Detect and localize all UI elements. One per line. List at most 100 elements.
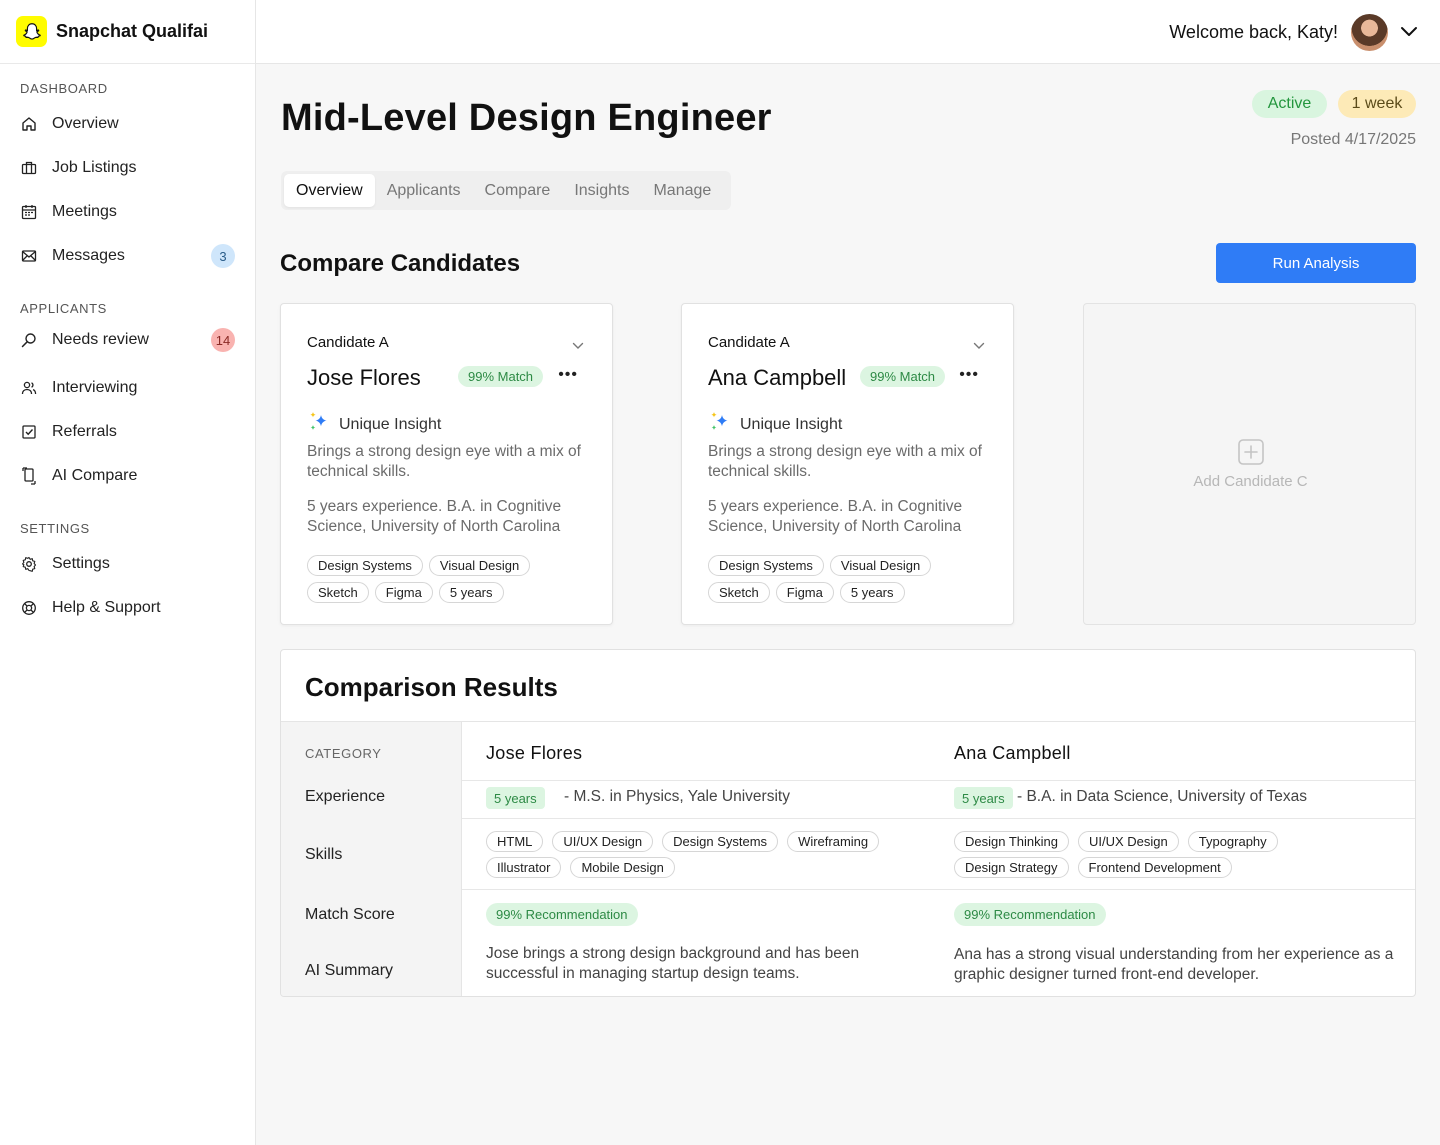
- sidebar-item-label: Overview: [52, 115, 119, 132]
- tab-compare[interactable]: Compare: [473, 174, 563, 207]
- section-label-applicants: APPLICANTS: [20, 301, 107, 316]
- skill-chip: Mobile Design: [570, 857, 675, 878]
- match-badge: 99% Match: [860, 366, 946, 387]
- results-table: CATEGORY Experience Skills Match Score A…: [281, 721, 1415, 996]
- tag-chip: Visual Design: [829, 555, 932, 576]
- tag-chip: Figma: [374, 582, 433, 603]
- sidebar-item-label: Settings: [52, 555, 110, 572]
- app-name: Snapchat Qualifai: [56, 21, 209, 41]
- needs-review-count-badge: 14: [211, 328, 235, 352]
- lifebuoy-icon: [20, 600, 37, 617]
- row-divider: [462, 889, 1415, 890]
- skill-chip: Design Strategy: [954, 857, 1069, 878]
- page-title: Mid-Level Design Engineer: [281, 97, 772, 139]
- tag-chip: Design Systems: [307, 555, 423, 576]
- candidate-name: Ana Campbell: [708, 365, 847, 390]
- match-badge: 99% Match: [458, 366, 544, 387]
- skill-chip: HTML: [486, 831, 544, 852]
- tab-insights[interactable]: Insights: [562, 174, 641, 207]
- recommendation-badge: 99% Recommendation: [954, 903, 1106, 926]
- tab-applicants[interactable]: Applicants: [375, 174, 473, 207]
- sidebar-item-overview[interactable]: Overview: [0, 104, 256, 144]
- snapchat-ghost-icon: [16, 16, 47, 47]
- tag-list: Design Systems Visual Design Sketch Figm…: [708, 555, 998, 603]
- sidebar-item-needs-review[interactable]: Needs review 14: [0, 320, 256, 360]
- column-header-candidate: Ana Campbell: [954, 743, 1071, 763]
- compare-section-title: Compare Candidates: [280, 250, 521, 277]
- user-avatar[interactable]: [1351, 14, 1388, 51]
- gear-icon: [20, 556, 37, 573]
- sparkle-icon: [307, 410, 331, 439]
- chevron-down-icon[interactable]: [572, 337, 584, 355]
- run-analysis-button[interactable]: Run Analysis: [1216, 243, 1416, 283]
- brand[interactable]: Snapchat Qualifai: [0, 0, 255, 64]
- skill-chip: Wireframing: [787, 831, 880, 852]
- sidebar-item-label: Messages: [52, 247, 125, 264]
- insight-text: Brings a strong design eye with a mix of…: [307, 443, 581, 480]
- sidebar-item-settings[interactable]: Settings: [0, 544, 256, 584]
- ai-summary-text: Ana has a strong visual understanding fr…: [954, 946, 1394, 983]
- category-skills: Skills: [305, 846, 343, 863]
- skill-chip: Frontend Development: [1077, 857, 1232, 878]
- category-header: CATEGORY: [305, 746, 382, 761]
- row-divider: [462, 818, 1415, 819]
- insight-title: Unique Insight: [339, 415, 442, 433]
- skill-chip: Typography: [1187, 831, 1278, 852]
- sidebar-item-job-listings[interactable]: Job Listings: [0, 148, 256, 188]
- sidebar-item-meetings[interactable]: Meetings: [0, 192, 256, 232]
- compare-icon: [20, 467, 37, 485]
- row-divider: [462, 780, 1415, 781]
- tag-chip: 5 years: [438, 582, 504, 603]
- skill-chip: UI/UX Design: [552, 831, 654, 852]
- home-icon: [20, 116, 37, 133]
- insight-header: Unique Insight: [708, 410, 842, 439]
- more-options-icon[interactable]: •••: [959, 366, 979, 384]
- mail-icon: [20, 248, 37, 265]
- add-candidate-card[interactable]: Add Candidate C: [1083, 303, 1416, 625]
- tab-overview[interactable]: Overview: [284, 174, 375, 207]
- insight-header: Unique Insight: [307, 410, 441, 439]
- education-text: - B.A. in Data Science, University of Te…: [1017, 788, 1308, 805]
- tag-chip: Figma: [775, 582, 834, 603]
- sidebar-item-label: Job Listings: [52, 159, 137, 176]
- chevron-down-icon[interactable]: [1400, 25, 1418, 43]
- sparkle-icon: [708, 410, 732, 439]
- sidebar-item-ai-compare[interactable]: AI Compare: [0, 456, 256, 496]
- recommendation-badge: 99% Recommendation: [486, 903, 638, 926]
- posted-date: Posted 4/17/2025: [1290, 131, 1416, 148]
- briefcase-icon: [20, 160, 37, 177]
- tab-bar: Overview Applicants Compare Insights Man…: [281, 171, 731, 210]
- candidate-card: Candidate A Jose Flores 99% Match ••• Un…: [280, 303, 613, 625]
- tab-manage[interactable]: Manage: [641, 174, 723, 207]
- chevron-down-icon[interactable]: [973, 337, 985, 355]
- skills-list: HTML UI/UX Design Design Systems Wirefra…: [486, 831, 916, 878]
- candidate-card: Candidate A Ana Campbell 99% Match ••• U…: [681, 303, 1014, 625]
- users-icon: [20, 380, 37, 397]
- tag-chip: 5 years: [839, 582, 905, 603]
- section-label-dashboard: DASHBOARD: [20, 81, 108, 96]
- sidebar-item-messages[interactable]: Messages 3: [0, 236, 256, 276]
- tag-list: Design Systems Visual Design Sketch Figm…: [307, 555, 597, 603]
- background-text: 5 years experience. B.A. in Cognitive Sc…: [307, 498, 562, 535]
- plus-square-icon: [1237, 438, 1265, 471]
- sidebar-item-label: Help & Support: [52, 599, 161, 616]
- candidate-slot-label: Candidate A: [708, 334, 790, 351]
- status-badge: Active: [1252, 90, 1327, 118]
- messages-count-badge: 3: [211, 244, 235, 268]
- top-bar: Welcome back, Katy!: [256, 0, 1440, 64]
- skill-chip: UI/UX Design: [1077, 831, 1179, 852]
- candidate-name: Jose Flores: [307, 365, 421, 390]
- category-ai-summary: AI Summary: [305, 962, 394, 979]
- sidebar-item-referrals[interactable]: Referrals: [0, 412, 256, 452]
- sidebar-item-help-support[interactable]: Help & Support: [0, 588, 256, 628]
- skill-chip: Illustrator: [486, 857, 562, 878]
- more-options-icon[interactable]: •••: [558, 366, 578, 384]
- experience-years-badge: 5 years: [486, 787, 545, 809]
- calendar-icon: [20, 204, 37, 221]
- skill-chip: Design Thinking: [954, 831, 1069, 852]
- background-text: 5 years experience. B.A. in Cognitive Sc…: [708, 498, 963, 535]
- sidebar-item-interviewing[interactable]: Interviewing: [0, 368, 256, 408]
- sidebar-item-label: Needs review: [52, 331, 149, 348]
- candidate-slot-label: Candidate A: [307, 334, 389, 351]
- tag-chip: Visual Design: [428, 555, 531, 576]
